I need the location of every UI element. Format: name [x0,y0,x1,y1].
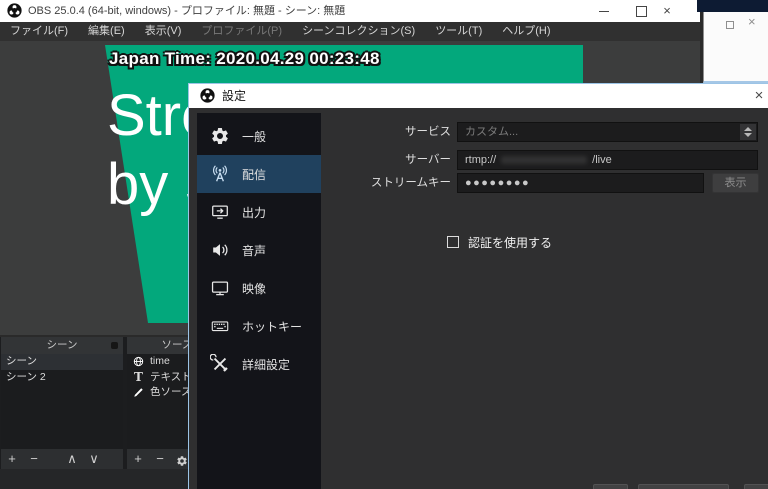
use-auth-checkbox[interactable] [447,236,459,248]
scenes-panel-header: シーン [1,337,123,354]
settings-titlebar: 設定 × [189,84,768,108]
gear-icon [207,124,233,148]
tools-icon [207,352,233,376]
move-scene-down-button[interactable]: ∨ [83,449,105,469]
scenes-panel: シーン シーン シーン 2 + − ∧ ∨ [1,337,123,469]
nav-audio[interactable]: 音声 [197,231,321,269]
speaker-icon [207,238,233,262]
remove-source-button[interactable]: − [149,449,171,469]
output-monitor-icon [207,200,233,224]
scene-list-item[interactable]: シーン [1,354,123,370]
obs-logo-icon [200,88,215,103]
nav-output[interactable]: 出力 [197,193,321,231]
window-title: OBS 25.0.4 (64-bit, windows) - プロファイル: 無… [28,0,345,22]
scenes-list: シーン シーン 2 [1,354,123,449]
settings-dialog-title: 設定 [222,84,246,108]
settings-nav: 一般 配信 [197,113,321,489]
stream-key-label: ストリームキー [319,173,451,193]
spinner-arrows-icon[interactable] [740,124,756,140]
time-overlay-text: Japan Time: 2020.04.29 00:23:48 [109,49,380,69]
nav-general[interactable]: 一般 [197,117,321,155]
service-select[interactable]: カスタム... [457,122,758,142]
menu-scene-collection[interactable]: シーンコレクション(S) [292,22,425,41]
nav-video[interactable]: 映像 [197,269,321,307]
server-input[interactable]: rtmp:///live [457,150,758,170]
use-auth-label: 認証を使用する [468,234,552,251]
close-button[interactable]: × [655,0,679,22]
show-key-button[interactable]: 表示 [712,173,759,193]
nav-hotkeys[interactable]: ホットキー [197,307,321,345]
scenes-panel-lock-icon[interactable] [111,342,118,349]
ok-button[interactable]: OK [593,484,628,489]
background-window-titlebar [697,0,768,12]
cancel-button[interactable]: キャンセル [638,484,729,489]
minimize-button[interactable] [592,0,616,22]
menu-help[interactable]: ヘルプ(H) [492,22,560,41]
globe-icon [132,356,145,368]
menu-file[interactable]: ファイル(F) [0,22,78,41]
settings-dialog: 設定 × 一般 配信 [188,83,768,489]
stream-key-input[interactable]: ●●●●●●●● [457,173,704,193]
main-titlebar: OBS 25.0.4 (64-bit, windows) - プロファイル: 無… [0,0,700,22]
background-window: × [703,12,768,83]
scenes-panel-title: シーン [47,339,78,351]
status-strip [0,469,188,489]
server-label: サーバー [319,150,451,170]
menu-tools[interactable]: ツール(T) [425,22,492,41]
text-source-icon: T [132,371,145,383]
add-scene-button[interactable]: + [1,449,23,469]
settings-close-icon[interactable]: × [747,84,768,108]
menu-bar: ファイル(F) 編集(E) 表示(V) プロファイル(P) シーンコレクション(… [0,22,700,41]
move-scene-up-button[interactable]: ∧ [61,449,83,469]
scenes-toolbar: + − ∧ ∨ [1,449,123,469]
service-label: サービス [319,122,451,142]
apply-button[interactable]: 適用 [744,484,768,489]
menu-edit[interactable]: 編集(E) [78,22,135,41]
scene-list-item[interactable]: シーン 2 [1,370,123,386]
remove-scene-button[interactable]: − [23,449,45,469]
background-close-button[interactable]: × [748,14,756,29]
add-source-button[interactable]: + [127,449,149,469]
menu-view[interactable]: 表示(V) [135,22,192,41]
broadcast-icon [207,162,233,186]
nav-stream[interactable]: 配信 [197,155,321,193]
keyboard-icon [207,314,233,338]
redacted-server-host [501,156,587,164]
menu-profile: プロファイル(P) [191,22,292,41]
obs-logo-icon [7,3,22,18]
maximize-button[interactable] [629,0,653,22]
monitor-icon [207,276,233,300]
nav-advanced[interactable]: 詳細設定 [197,345,321,383]
screen: OBS 25.0.4 (64-bit, windows) - プロファイル: 無… [0,0,768,489]
brush-icon [132,387,145,399]
background-maximize-button[interactable] [726,21,734,29]
